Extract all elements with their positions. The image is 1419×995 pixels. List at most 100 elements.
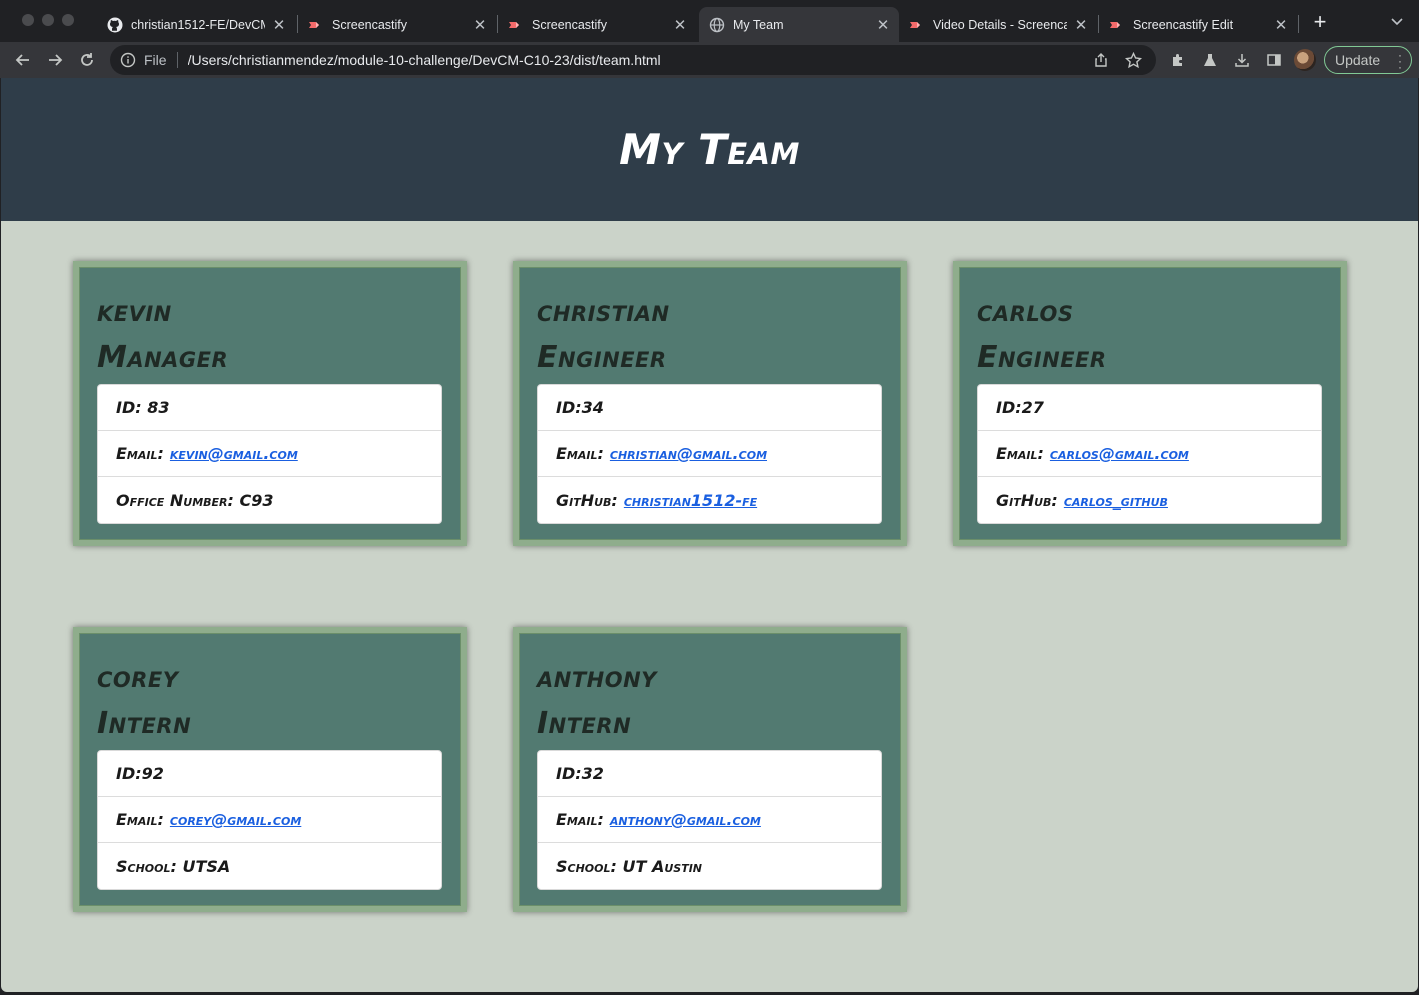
employee-extra-row: School: UT Austin <box>538 843 881 889</box>
email-link[interactable]: corey@gmail.com <box>170 810 301 829</box>
extra-label: School: <box>556 856 617 876</box>
employee-id: ID:27 <box>978 385 1321 431</box>
globe-icon <box>709 17 725 33</box>
browser-toolbar: File /Users/christianmendez/module-10-ch… <box>0 42 1419 78</box>
close-tab-icon[interactable]: ✕ <box>1273 17 1289 34</box>
close-tab-icon[interactable]: ✕ <box>271 17 287 34</box>
employee-role: Intern <box>537 706 632 741</box>
new-tab-button[interactable]: + <box>1310 11 1330 33</box>
update-button[interactable]: Update · · · <box>1324 46 1412 74</box>
email-label: Email: <box>996 444 1044 463</box>
email-label: Email: <box>556 810 604 829</box>
employee-role: Manager <box>97 340 229 375</box>
profile-avatar[interactable] <box>1294 49 1316 71</box>
screencastify-icon <box>909 17 925 33</box>
page-viewport: My Team kevin Manager ID: 83 Email: kevin… <box>1 78 1418 992</box>
tab-github[interactable]: christian1512-FE/DevCM ✕ <box>97 7 295 42</box>
employee-id: ID:34 <box>538 385 881 431</box>
extra-label: Office Number: <box>116 490 234 510</box>
employee-details-list: ID:32 Email: anthony@gmail.com School: UT… <box>537 750 882 890</box>
extra-label: GitHub: <box>556 490 618 510</box>
employee-id: ID: 83 <box>98 385 441 431</box>
labs-flask-icon[interactable] <box>1201 51 1219 69</box>
more-menu-icon[interactable]: · · · <box>1398 49 1402 73</box>
employee-name: carlos <box>977 294 1074 329</box>
tab-search-chevron-icon[interactable] <box>1390 14 1406 30</box>
employee-name: corey <box>97 660 179 695</box>
school-value: UTSA <box>182 856 231 876</box>
employee-details-list: ID:34 Email: christian@gmail.com GitHub: c… <box>537 384 882 524</box>
info-icon[interactable] <box>120 52 136 68</box>
tab-title: Video Details - Screenca <box>933 17 1067 32</box>
employee-details-list: ID: 83 Email: kevin@gmail.com Office Numb… <box>97 384 442 524</box>
tab-screencastify-edit[interactable]: Screencastify Edit ✕ <box>1099 7 1297 42</box>
github-link[interactable]: carlos_github <box>1064 491 1168 510</box>
employee-email-row: Email: kevin@gmail.com <box>98 431 441 477</box>
tab-screencastify-2[interactable]: Screencastify ✕ <box>498 7 696 42</box>
id-text: ID: 83 <box>116 398 170 417</box>
tab-title: My Team <box>733 17 784 32</box>
employee-card: carlos Engineer ID:27 Email: carlos@gmail… <box>953 261 1347 546</box>
tab-my-team[interactable]: My Team ✕ <box>699 7 899 42</box>
employee-id: ID:32 <box>538 751 881 797</box>
employee-email-row: Email: anthony@gmail.com <box>538 797 881 843</box>
employee-details-list: ID:27 Email: carlos@gmail.com GitHub: carl… <box>977 384 1322 524</box>
employee-role: Intern <box>97 706 192 741</box>
tab-video-details[interactable]: Video Details - Screenca ✕ <box>899 7 1097 42</box>
url-scheme-label: File <box>144 52 167 68</box>
id-text: ID:34 <box>556 398 604 417</box>
minimize-window-button[interactable] <box>42 14 54 26</box>
employee-card: corey Intern ID:92 Email: corey@gmail.com… <box>73 627 467 912</box>
url-text[interactable]: /Users/christianmendez/module-10-challen… <box>188 52 1092 68</box>
screencastify-icon <box>308 17 324 33</box>
tab-separator <box>1298 15 1299 33</box>
email-link[interactable]: kevin@gmail.com <box>170 444 298 463</box>
employee-email-row: Email: corey@gmail.com <box>98 797 441 843</box>
github-link[interactable]: christian1512-FE <box>624 491 757 510</box>
address-bar[interactable]: File /Users/christianmendez/module-10-ch… <box>110 45 1156 75</box>
tab-title: Screencastify Edit <box>1133 17 1234 32</box>
close-tab-icon[interactable]: ✕ <box>875 17 891 34</box>
back-arrow-icon[interactable] <box>13 50 33 70</box>
side-panel-icon[interactable] <box>1265 51 1283 69</box>
email-link[interactable]: christian@gmail.com <box>610 444 767 463</box>
email-label: Email: <box>116 810 164 829</box>
maximize-window-button[interactable] <box>62 14 74 26</box>
tab-strip: christian1512-FE/DevCM ✕ Screencastify ✕… <box>0 0 1419 42</box>
screencastify-icon <box>508 17 524 33</box>
employee-name: kevin <box>97 294 172 329</box>
email-link[interactable]: carlos@gmail.com <box>1050 444 1189 463</box>
close-window-button[interactable] <box>22 14 34 26</box>
tab-title: Screencastify <box>332 17 408 32</box>
close-tab-icon[interactable]: ✕ <box>1073 17 1089 34</box>
id-text: ID:92 <box>116 764 164 783</box>
email-label: Email: <box>556 444 604 463</box>
tab-title: Screencastify <box>532 17 608 32</box>
email-label: Email: <box>116 444 164 463</box>
employee-role: Engineer <box>537 340 667 375</box>
screencastify-icon <box>1109 17 1125 33</box>
employee-card: christian Engineer ID:34 Email: christian… <box>513 261 907 546</box>
employee-extra-row: School: UTSA <box>98 843 441 889</box>
email-link[interactable]: anthony@gmail.com <box>610 810 761 829</box>
download-icon[interactable] <box>1233 51 1251 69</box>
reload-icon[interactable] <box>77 50 97 70</box>
employee-role: Engineer <box>977 340 1107 375</box>
share-icon[interactable] <box>1092 51 1110 69</box>
close-tab-icon[interactable]: ✕ <box>472 17 488 34</box>
card-header: anthony Intern <box>537 655 657 747</box>
employee-email-row: Email: christian@gmail.com <box>538 431 881 477</box>
employee-extra-row: GitHub: carlos_github <box>978 477 1321 523</box>
extensions-puzzle-icon[interactable] <box>1169 51 1187 69</box>
id-text: ID:32 <box>556 764 604 783</box>
employee-card: kevin Manager ID: 83 Email: kevin@gmail.c… <box>73 261 467 546</box>
page-title: My Team <box>619 125 800 174</box>
address-divider <box>176 52 178 68</box>
forward-arrow-icon[interactable] <box>45 50 65 70</box>
card-header: carlos Engineer <box>977 289 1107 381</box>
employee-name: anthony <box>537 660 657 695</box>
close-tab-icon[interactable]: ✕ <box>672 17 688 34</box>
bookmark-star-icon[interactable] <box>1124 51 1142 69</box>
employee-id: ID:92 <box>98 751 441 797</box>
tab-screencastify-1[interactable]: Screencastify ✕ <box>298 7 496 42</box>
